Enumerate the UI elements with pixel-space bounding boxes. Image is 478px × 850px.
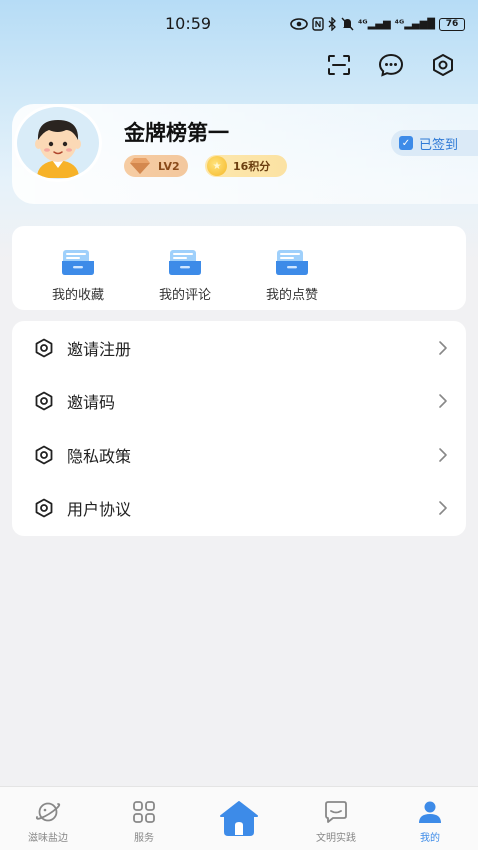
hexagon-icon xyxy=(35,445,53,464)
tab-label: 滋味盐边 xyxy=(28,833,68,844)
level-text: LV2 xyxy=(158,159,180,173)
chevron-right-icon xyxy=(439,393,447,408)
signed-in-button[interactable]: ✓ 已签到 xyxy=(391,130,478,156)
menu-item-user-agreement[interactable]: 用户协议 xyxy=(12,481,466,534)
tab-label: 我的 xyxy=(420,833,440,844)
bluetooth-icon xyxy=(328,17,336,31)
quick-link-likes[interactable]: 我的点赞 xyxy=(252,248,332,303)
avatar[interactable] xyxy=(14,104,102,182)
chat-box-icon xyxy=(325,801,347,823)
folder-icon xyxy=(276,250,308,275)
signal-4g-1: ⁴ᴳ▂▄▆ xyxy=(358,18,391,30)
scan-icon xyxy=(328,55,350,75)
avatar-boy-icon xyxy=(35,120,81,178)
signal-4g-2: ⁴ᴳ▂▄▆█ xyxy=(394,18,435,30)
planet-icon xyxy=(35,802,61,822)
nfc-icon xyxy=(312,17,324,31)
signal-2-label: ⁴ᴳ xyxy=(394,18,405,30)
chevron-right-icon xyxy=(439,447,447,462)
home-button[interactable] xyxy=(219,800,259,836)
menu-item-invite-code[interactable]: 邀请码 xyxy=(12,374,466,427)
mute-icon xyxy=(341,17,354,31)
message-icon xyxy=(378,53,404,77)
check-icon: ✓ xyxy=(399,136,413,150)
menu-item-privacy-policy[interactable]: 隐私政策 xyxy=(12,428,466,481)
menu-item-label: 隐私政策 xyxy=(67,446,132,466)
user-icon xyxy=(419,801,441,823)
hexagon-icon xyxy=(35,338,53,357)
status-bar: 10:59 ⁴ᴳ▂▄▆ ⁴ᴳ▂▄▆█ 76 xyxy=(0,0,478,48)
grid-icon xyxy=(133,801,155,823)
menu-item-label: 用户协议 xyxy=(67,499,132,519)
top-actions xyxy=(326,52,456,78)
signed-in-label: 已签到 xyxy=(419,137,459,153)
tab-mine[interactable]: 我的 xyxy=(382,787,478,850)
signal-1-label: ⁴ᴳ xyxy=(358,18,368,30)
tab-services[interactable]: 服务 xyxy=(96,787,192,850)
quick-link-label: 我的评论 xyxy=(158,288,211,303)
menu-item-invite-register[interactable]: 邀请注册 xyxy=(12,321,466,374)
quick-link-label: 我的收藏 xyxy=(51,288,104,303)
eye-icon xyxy=(290,18,308,30)
chevron-right-icon xyxy=(439,500,447,515)
status-icons: ⁴ᴳ▂▄▆ ⁴ᴳ▂▄▆█ 76 xyxy=(290,14,465,34)
tab-taste-yanbian[interactable]: 滋味盐边 xyxy=(0,787,96,850)
quick-link-comments[interactable]: 我的评论 xyxy=(145,248,225,303)
hexagon-icon xyxy=(35,498,53,517)
coin-icon: ★ xyxy=(207,156,227,176)
tab-label: 文明实践 xyxy=(316,833,356,844)
level-badge: LV2 xyxy=(124,155,188,177)
points-text: 16积分 xyxy=(233,160,271,173)
chevron-right-icon xyxy=(439,340,447,355)
message-button[interactable] xyxy=(378,52,404,78)
quick-link-label: 我的点赞 xyxy=(265,288,318,303)
menu-item-label: 邀请码 xyxy=(67,392,116,412)
hexagon-icon xyxy=(35,391,53,410)
battery-icon: 76 xyxy=(438,17,465,31)
status-time: 10:59 xyxy=(165,14,212,33)
folder-icon xyxy=(169,250,201,275)
folder-icon xyxy=(62,250,94,275)
home-icon xyxy=(220,801,258,836)
scan-button[interactable] xyxy=(326,52,352,78)
tab-civilization-practice[interactable]: 文明实践 xyxy=(288,787,384,850)
settings-button[interactable] xyxy=(430,52,456,78)
quick-link-favorites[interactable]: 我的收藏 xyxy=(38,248,118,303)
points-badge: ★ 16积分 xyxy=(205,155,287,177)
menu-item-label: 邀请注册 xyxy=(67,339,132,359)
tab-label: 服务 xyxy=(134,833,154,844)
settings-hexagon-icon xyxy=(433,54,453,76)
username: 金牌榜第一 xyxy=(124,121,229,145)
diamond-icon xyxy=(130,158,150,174)
